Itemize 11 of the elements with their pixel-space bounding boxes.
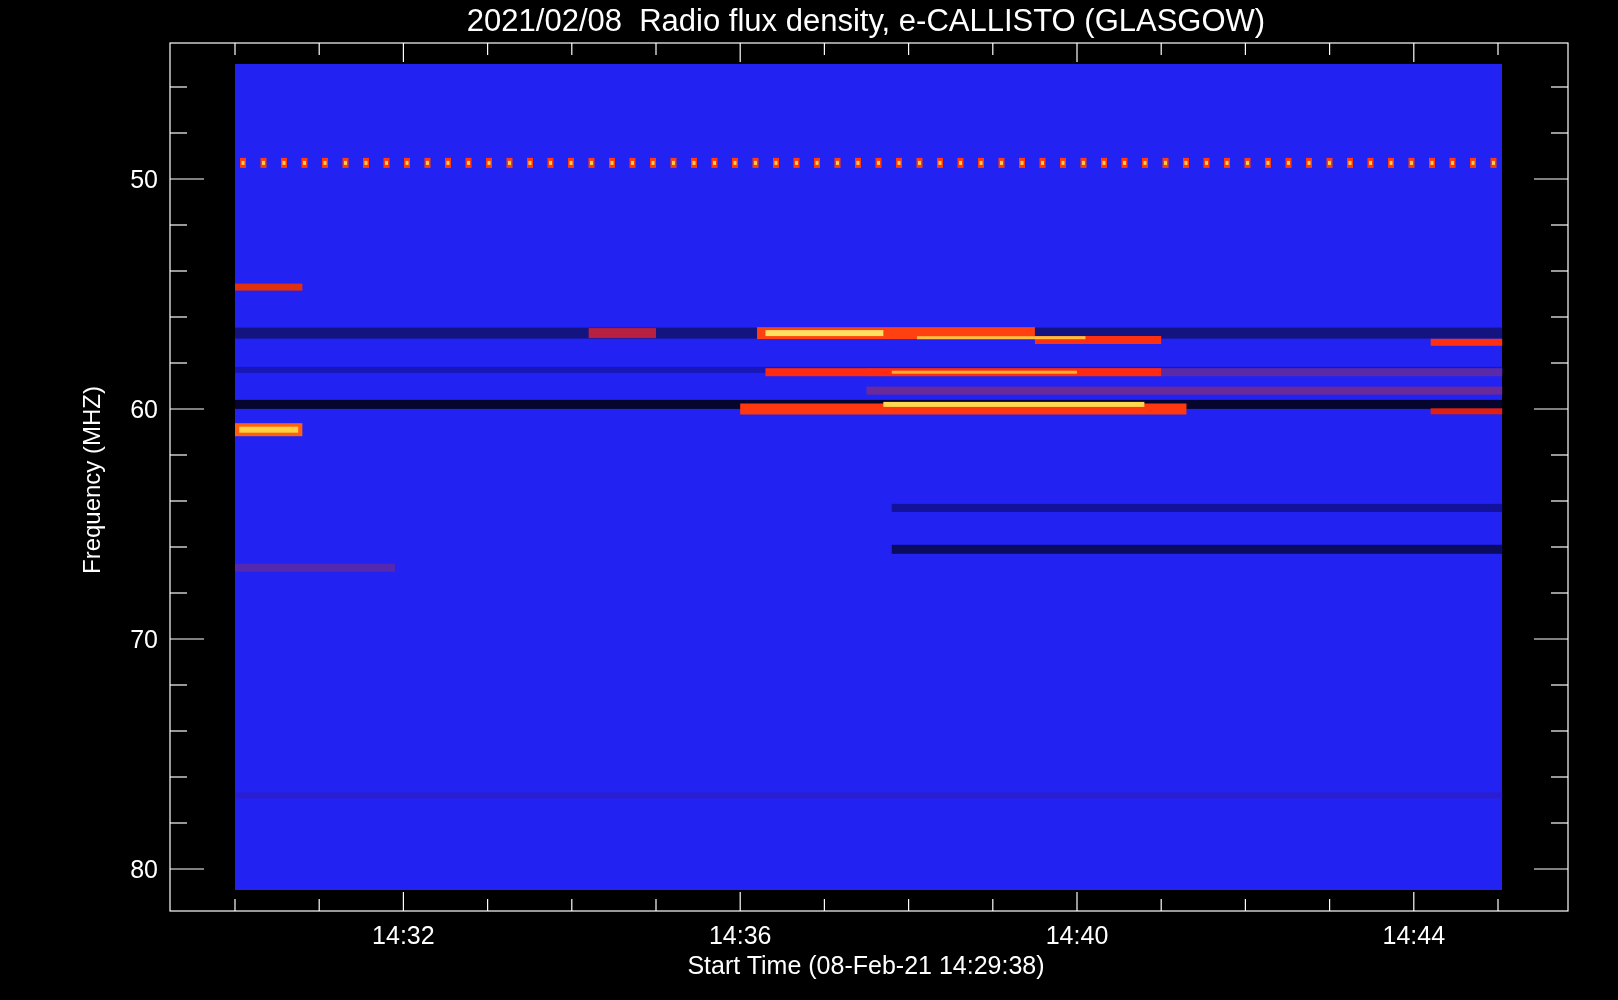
x-tick-label: 14:32 (372, 921, 435, 949)
x-tick-label: 14:36 (708, 921, 772, 949)
x-axis-label: Start Time (08-Feb-21 14:29:38) (687, 951, 1045, 979)
y-tick-label: 70 (130, 625, 158, 653)
chart-title: 2021/02/08 Radio flux density, e-CALLISTO (GLASGOW) (466, 3, 1266, 38)
x-tick-label: 14:44 (1382, 921, 1446, 949)
y-axis-label: Frequency (MHZ) (78, 386, 105, 574)
x-tick-label: 14:40 (1045, 921, 1109, 949)
y-tick-label: 50 (130, 165, 158, 193)
y-tick-label: 80 (130, 855, 158, 883)
y-tick-label: 60 (130, 395, 158, 423)
